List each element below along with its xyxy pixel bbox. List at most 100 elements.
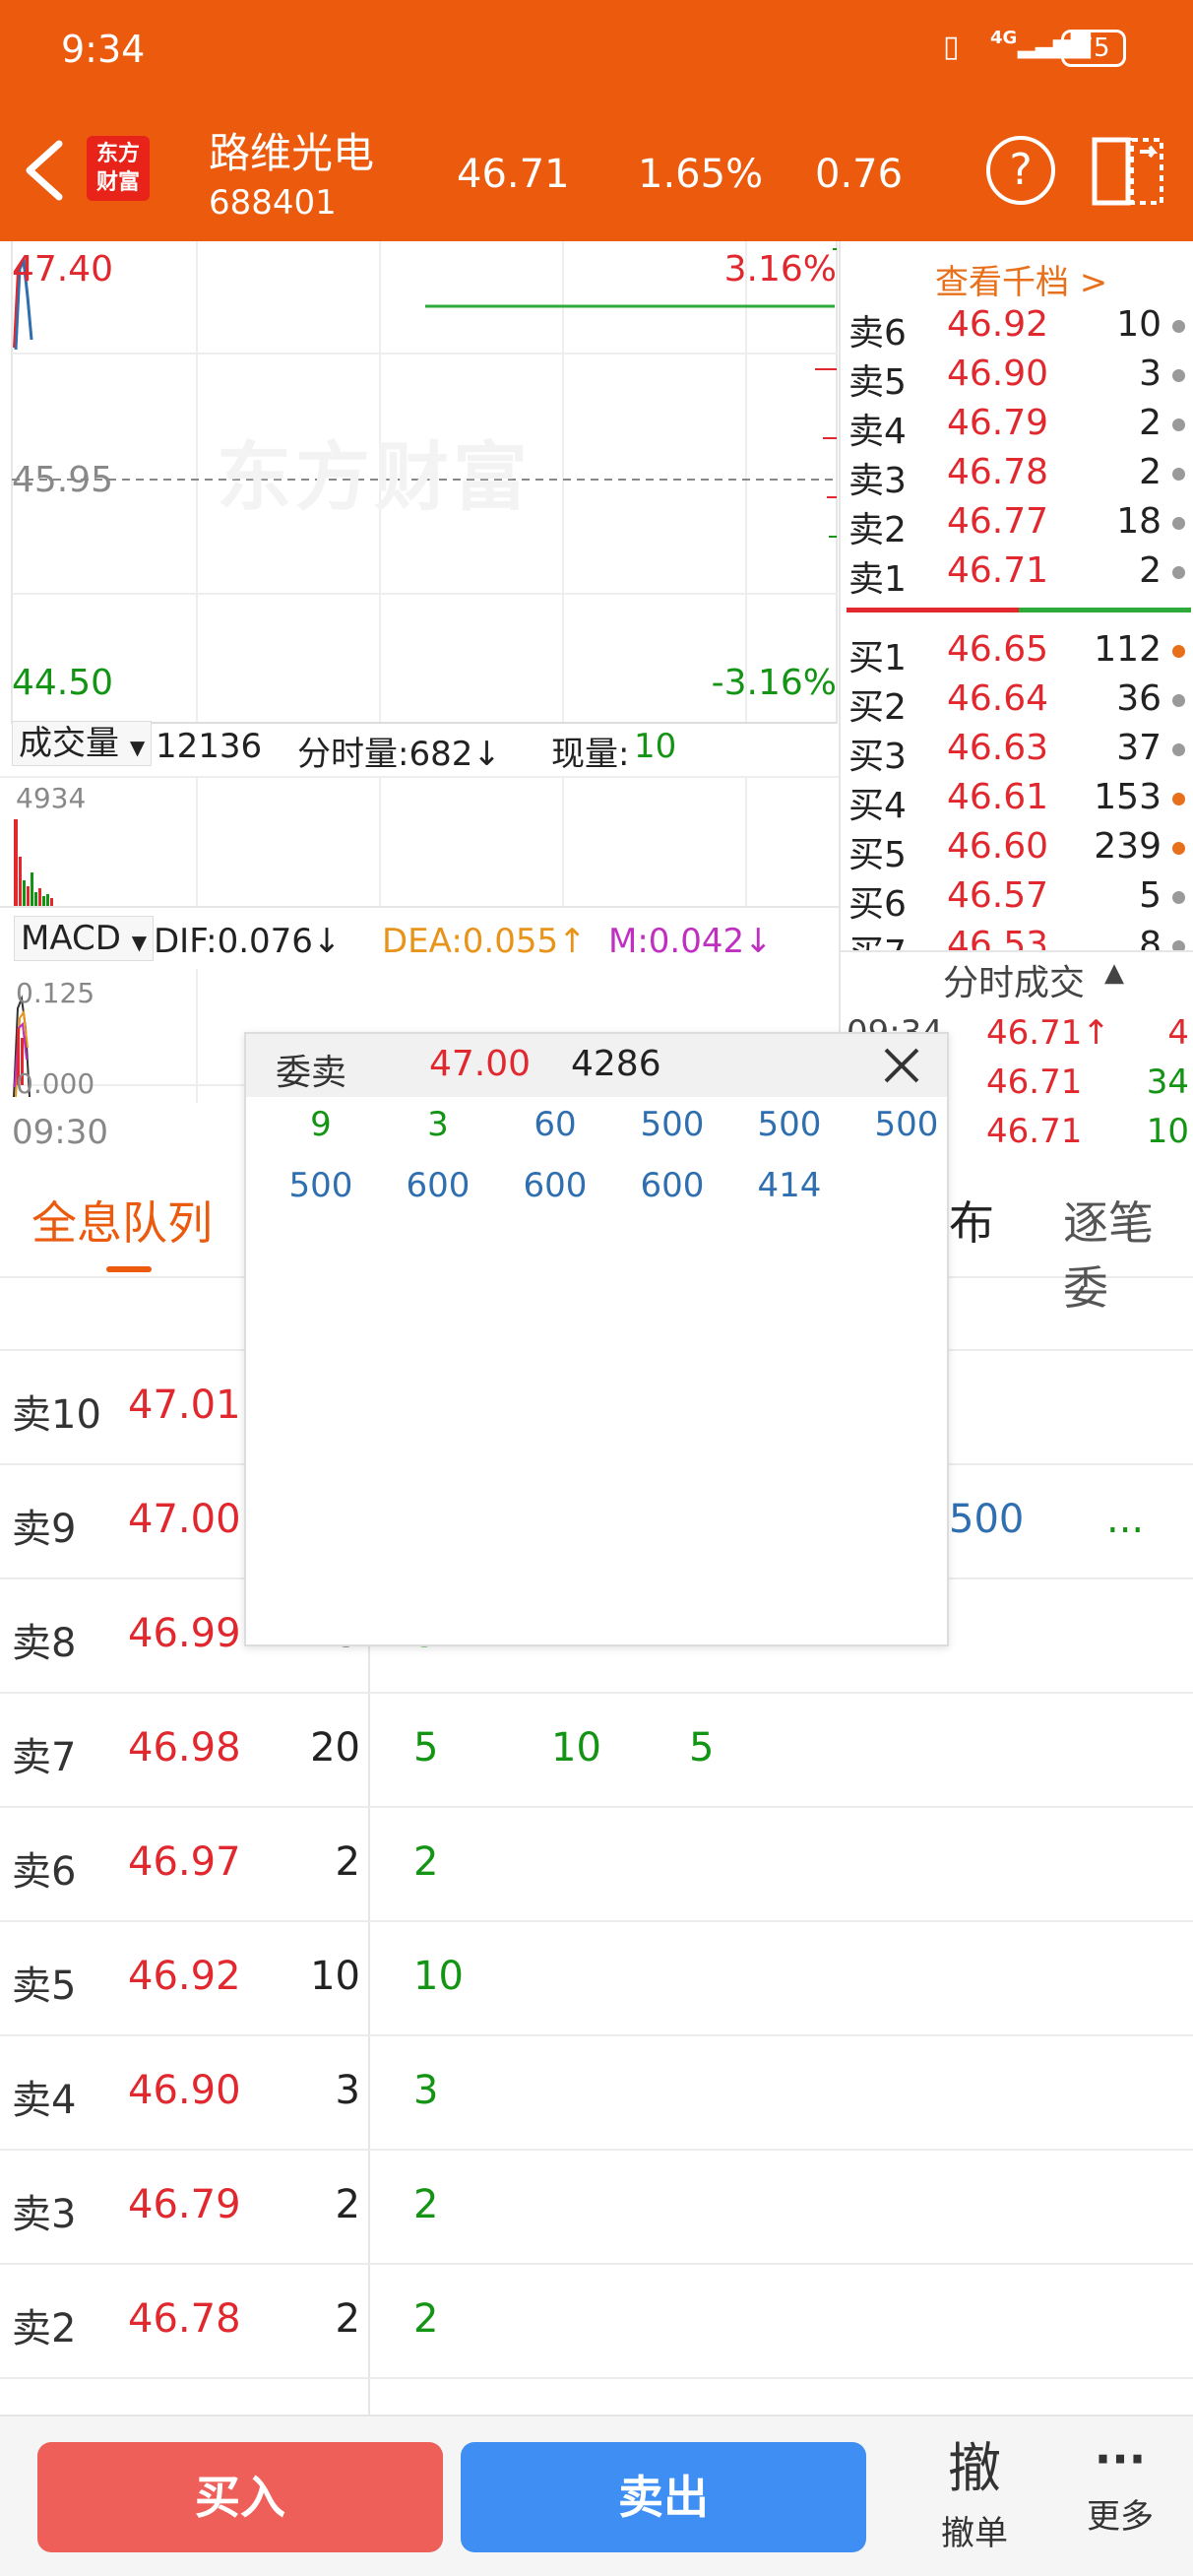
switch-layout-icon[interactable] (1091, 134, 1165, 209)
bid-dot-icon (1172, 694, 1185, 707)
queue-order: 10 (413, 1954, 464, 1999)
bid-price: 46.63 (947, 728, 1049, 768)
tab-active-indicator (106, 1266, 152, 1272)
network-label: 4G (990, 28, 1018, 48)
popup-order: 500 (288, 1166, 353, 1205)
ask-volume: 2 (1139, 403, 1162, 443)
volume-selector[interactable]: 成交量 ▼ (12, 721, 153, 766)
volume-value: 12136 (156, 727, 263, 766)
popup-order: 600 (406, 1166, 471, 1205)
popup-header: 委卖 47.00 4286 (246, 1034, 947, 1097)
queue-order: 500 (949, 1497, 1025, 1542)
queue-total: 2 (335, 2182, 360, 2227)
ask-dot-icon (1172, 468, 1185, 481)
queue-order: 5 (413, 1725, 439, 1771)
volume-header: 成交量 ▼ 12136 分时量:682↓ 现量: 10 (0, 717, 839, 776)
tab-distribution[interactable]: 布 (949, 1188, 994, 1253)
queue-order: 2 (413, 2296, 439, 2342)
queue-row[interactable]: 卖5 46.92 10 10 (0, 1922, 1193, 2036)
bid-dot-icon (1172, 842, 1185, 855)
cancel-glyph: 撤 (948, 2437, 1001, 2499)
macd-dea: DEA:0.055↑ (382, 922, 587, 961)
queue-level-label: 卖4 (12, 2078, 77, 2123)
trade-volume: 4 (1167, 1013, 1189, 1053)
trade-price: 46.71↑ (986, 1013, 1110, 1053)
queue-row[interactable]: 卖6 46.97 2 2 (0, 1808, 1193, 1922)
ask-dot-icon (1172, 517, 1185, 530)
more-button[interactable]: ··· 更多 (1071, 2424, 1169, 2572)
queue-row[interactable]: 卖7 46.98 20 5 10 5 (0, 1694, 1193, 1808)
queue-order: 10 (551, 1725, 601, 1771)
intraday-chart[interactable]: 东方财富 47.40 3.16% 45.95 44.50 -3.16% (0, 241, 839, 724)
queue-row[interactable]: 卖4 46.90 3 3 (0, 2036, 1193, 2151)
macd-dif: DIF:0.076↓ (154, 922, 342, 961)
price-low-label: 44.50 (12, 663, 114, 703)
ask-price: 46.71 (947, 550, 1049, 591)
ask-volume: 3 (1139, 354, 1162, 394)
volume-label: 成交量 (19, 724, 119, 763)
more-dots-icon: ··· (1094, 2432, 1147, 2485)
queue-level-label: 卖3 (12, 2192, 77, 2237)
ask-volume: 18 (1116, 501, 1162, 542)
bid-label: 买1 (848, 638, 907, 678)
view-thousand-link[interactable]: 查看千档 > (935, 255, 1107, 303)
queue-row[interactable]: 卖3 46.79 2 2 (0, 2151, 1193, 2265)
bid-volume: 112 (1094, 629, 1162, 670)
queue-price: 46.79 (128, 2182, 241, 2227)
popup-title: 委卖 (276, 1053, 347, 1093)
bid-price: 46.64 (947, 678, 1049, 719)
bid-dot-icon (1172, 743, 1185, 756)
bid-price: 46.60 (947, 826, 1049, 867)
trades-title[interactable]: 分时成交 (943, 954, 1085, 1005)
cancel-order-button[interactable]: 撤 撤单 (925, 2424, 1024, 2572)
back-arrow-icon[interactable] (22, 140, 65, 201)
popup-order: 600 (640, 1166, 705, 1205)
queue-price: 46.99 (128, 1611, 241, 1656)
ask-label: 卖1 (848, 559, 907, 600)
ask-dot-icon (1172, 369, 1185, 382)
sell-button[interactable]: 卖出 (461, 2442, 866, 2552)
tab-full-queue[interactable]: 全息队列 (31, 1188, 213, 1253)
queue-order: ... (1106, 1497, 1145, 1542)
price-mid-label: 45.95 (12, 460, 114, 500)
xianliang-value: 10 (634, 727, 677, 766)
header-change-amt: 0.76 (815, 152, 904, 197)
ask-dot-icon (1172, 320, 1185, 333)
trade-volume: 34 (1146, 1063, 1189, 1102)
queue-level-label: 卖5 (12, 1964, 77, 2009)
order-detail-popup: 委卖 47.00 4286 9 3 60 500 500 500 500 600 600 600 4… (244, 1032, 949, 1646)
bid-label: 买5 (848, 835, 907, 875)
queue-order: 2 (413, 2182, 439, 2227)
macd-axis-top: 0.125 (16, 977, 95, 1009)
buy-button[interactable]: 买入 (37, 2442, 443, 2552)
stock-code: 688401 (209, 183, 337, 223)
bid-label: 买6 (848, 884, 907, 925)
bid-label: 买4 (848, 786, 907, 826)
close-icon[interactable] (882, 1046, 921, 1085)
collapse-triangle-icon[interactable]: ▲ (1104, 958, 1124, 988)
battery-icon: 75 (1061, 30, 1126, 67)
queue-order: 5 (689, 1725, 715, 1771)
queue-level-label: 卖10 (12, 1392, 101, 1438)
help-icon[interactable]: ? (986, 136, 1055, 205)
popup-order: 414 (757, 1166, 822, 1205)
ask-label: 卖4 (848, 412, 907, 452)
bid-volume: 36 (1116, 678, 1162, 719)
order-book: 查看千档 > 卖6 46.92 10 卖5 46.90 3 卖4 46.79 2 卖3 46.78 2… (839, 241, 1193, 974)
volume-axis-max: 4934 (16, 782, 87, 814)
ask-dot-icon (1172, 419, 1185, 431)
macd-selector[interactable]: MACD ▼ (14, 916, 155, 961)
pct-high-label: 3.16% (723, 249, 837, 290)
popup-order: 500 (757, 1105, 822, 1144)
queue-total: 2 (335, 2296, 360, 2342)
bid-volume: 5 (1139, 875, 1162, 916)
bid-volume: 37 (1116, 728, 1162, 768)
queue-price: 46.92 (128, 1954, 241, 1999)
bid-label: 买3 (848, 737, 907, 777)
queue-price: 46.90 (128, 2068, 241, 2113)
fenshi-volume: 分时量:682↓ (297, 735, 501, 774)
ask-dot-icon (1172, 566, 1185, 579)
queue-level-label: 卖9 (12, 1507, 77, 1552)
queue-row[interactable]: 卖2 46.78 2 2 (0, 2265, 1193, 2379)
popup-order: 3 (427, 1105, 449, 1144)
